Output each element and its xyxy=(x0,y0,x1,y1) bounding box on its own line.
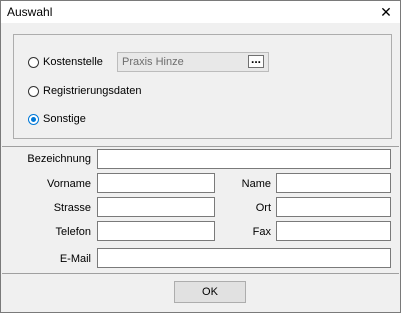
fax-input[interactable] xyxy=(276,221,391,241)
ort-input[interactable] xyxy=(276,197,391,217)
email-label: E-Mail xyxy=(59,253,91,265)
radio-sonstige-label: Sonstige xyxy=(43,113,86,125)
close-button[interactable]: ✕ xyxy=(372,1,400,23)
name-input[interactable] xyxy=(276,173,391,193)
browse-button[interactable]: ... xyxy=(248,53,264,68)
divider-bottom xyxy=(2,273,399,274)
kostenstelle-combo[interactable]: Praxis Hinze ... xyxy=(117,52,269,72)
radio-kostenstelle-circle[interactable] xyxy=(28,56,39,68)
radio-registrierungsdaten-circle[interactable] xyxy=(28,85,39,97)
dialog-title: Auswahl xyxy=(7,5,53,19)
ort-label: Ort xyxy=(255,202,271,214)
bezeichnung-input[interactable] xyxy=(97,149,391,169)
selection-panel: Kostenstelle Praxis Hinze ... Registrier… xyxy=(13,34,392,139)
fax-label: Fax xyxy=(252,226,271,238)
auswahl-dialog: Auswahl ✕ Kostenstelle Praxis Hinze ... … xyxy=(0,0,401,313)
name-label: Name xyxy=(241,178,271,190)
strasse-label: Strasse xyxy=(53,202,91,214)
radio-sonstige-circle[interactable] xyxy=(28,113,39,125)
radio-sonstige[interactable]: Sonstige xyxy=(28,111,86,127)
vorname-input[interactable] xyxy=(97,173,215,193)
radio-registrierungsdaten[interactable]: Registrierungsdaten xyxy=(28,83,141,99)
ok-button[interactable]: OK xyxy=(174,281,246,303)
telefon-label: Telefon xyxy=(55,226,91,238)
radio-kostenstelle-label: Kostenstelle xyxy=(43,56,103,68)
strasse-input[interactable] xyxy=(97,197,215,217)
kostenstelle-value: Praxis Hinze xyxy=(122,56,184,68)
radio-kostenstelle[interactable]: Kostenstelle xyxy=(28,54,103,70)
divider-top xyxy=(2,146,399,147)
vorname-label: Vorname xyxy=(46,178,91,190)
radio-registrierungsdaten-label: Registrierungsdaten xyxy=(43,85,142,97)
title-bar: Auswahl ✕ xyxy=(1,1,400,23)
bezeichnung-label: Bezeichnung xyxy=(27,153,91,165)
telefon-input[interactable] xyxy=(97,221,215,241)
email-input[interactable] xyxy=(97,248,391,268)
